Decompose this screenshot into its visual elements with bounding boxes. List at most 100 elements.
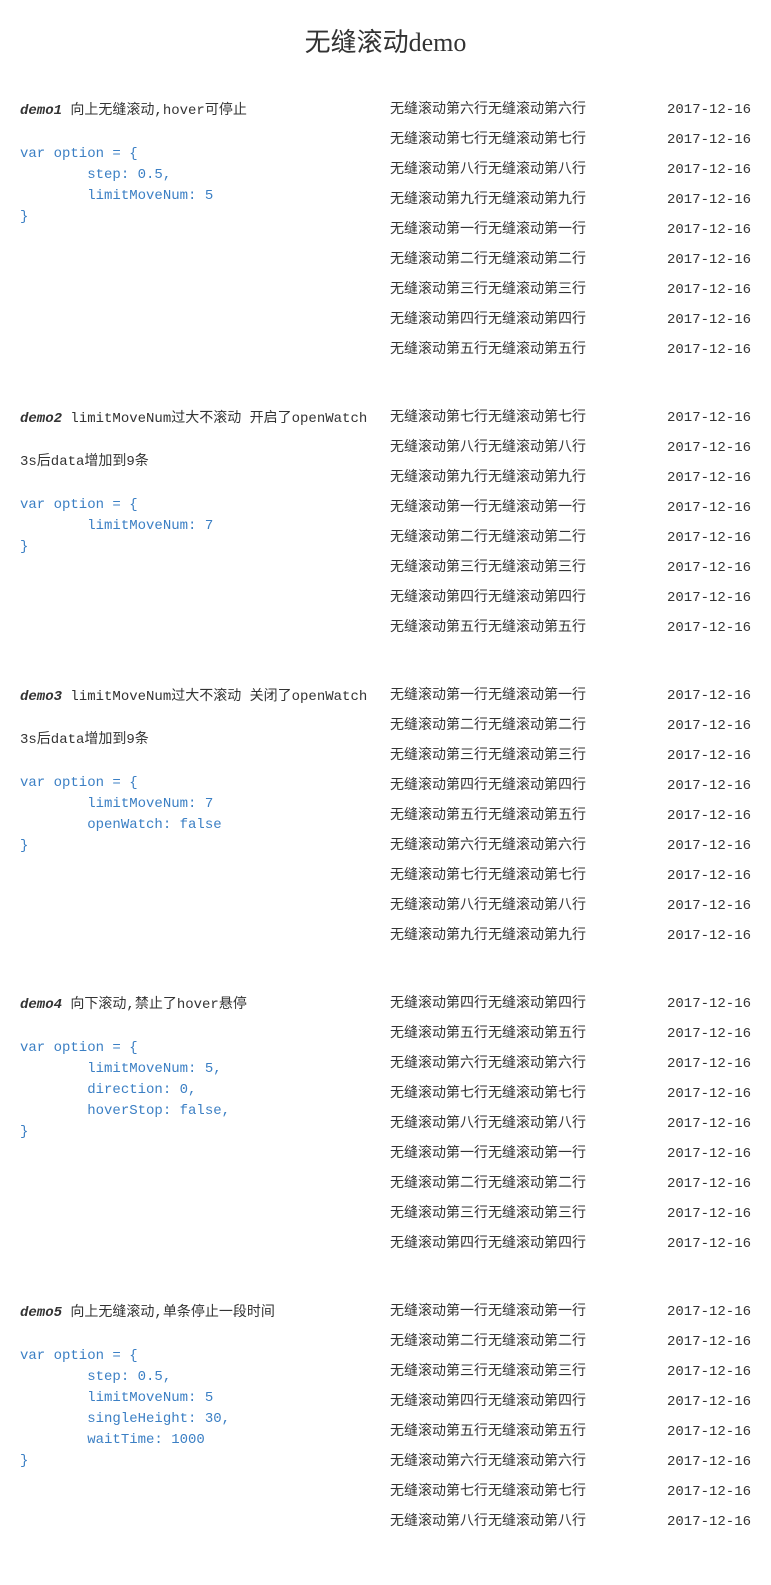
row-text: 无缝滚动第九行无缝滚动第九行	[390, 921, 661, 951]
list-item: 无缝滚动第六行无缝滚动第六行2017-12-16	[390, 1447, 751, 1477]
row-date: 2017-12-16	[661, 891, 751, 921]
row-date: 2017-12-16	[661, 155, 751, 185]
demo-block-demo1: demo1 向上无缝滚动,hover可停止var option = { step…	[20, 95, 751, 365]
row-date: 2017-12-16	[661, 463, 751, 493]
demo-code: var option = { step: 0.5, limitMoveNum: …	[20, 1346, 380, 1472]
list-item: 无缝滚动第六行无缝滚动第六行2017-12-16	[390, 831, 751, 861]
list-item: 无缝滚动第二行无缝滚动第二行2017-12-16	[390, 711, 751, 741]
list-item: 无缝滚动第九行无缝滚动第九行2017-12-16	[390, 185, 751, 215]
row-text: 无缝滚动第三行无缝滚动第三行	[390, 1357, 661, 1387]
list-item: 无缝滚动第五行无缝滚动第五行2017-12-16	[390, 1019, 751, 1049]
scroll-panel[interactable]: 无缝滚动第四行无缝滚动第四行2017-12-16无缝滚动第五行无缝滚动第五行20…	[390, 989, 751, 1259]
row-date: 2017-12-16	[661, 125, 751, 155]
demo-left: demo3 limitMoveNum过大不滚动 关闭了openWatch 3s后d…	[20, 681, 390, 857]
list-item: 无缝滚动第四行无缝滚动第四行2017-12-16	[390, 305, 751, 335]
row-text: 无缝滚动第七行无缝滚动第七行	[390, 861, 661, 891]
row-text: 无缝滚动第四行无缝滚动第四行	[390, 1229, 661, 1259]
row-date: 2017-12-16	[661, 215, 751, 245]
row-text: 无缝滚动第八行无缝滚动第八行	[390, 433, 661, 463]
scroll-panel[interactable]: 无缝滚动第一行无缝滚动第一行2017-12-16无缝滚动第二行无缝滚动第二行20…	[390, 681, 751, 951]
demo-code: var option = { limitMoveNum: 5, directio…	[20, 1038, 380, 1143]
demo-code: var option = { limitMoveNum: 7 }	[20, 495, 380, 558]
page-title: 无缝滚动demo	[20, 22, 751, 59]
scroll-panel[interactable]: 无缝滚动第六行无缝滚动第六行2017-12-16无缝滚动第七行无缝滚动第七行20…	[390, 95, 751, 365]
row-text: 无缝滚动第五行无缝滚动第五行	[390, 1019, 661, 1049]
row-date: 2017-12-16	[661, 275, 751, 305]
demo-title-text: 向上无缝滚动,单条停止一段时间	[62, 1305, 275, 1321]
row-text: 无缝滚动第八行无缝滚动第八行	[390, 891, 661, 921]
row-date: 2017-12-16	[661, 989, 751, 1019]
row-date: 2017-12-16	[661, 1417, 751, 1447]
list-item: 无缝滚动第九行无缝滚动第九行2017-12-16	[390, 921, 751, 951]
list-item: 无缝滚动第二行无缝滚动第二行2017-12-16	[390, 523, 751, 553]
list-item: 无缝滚动第八行无缝滚动第八行2017-12-16	[390, 433, 751, 463]
scroll-panel[interactable]: 无缝滚动第七行无缝滚动第七行2017-12-16无缝滚动第八行无缝滚动第八行20…	[390, 403, 751, 643]
row-text: 无缝滚动第三行无缝滚动第三行	[390, 553, 661, 583]
scroll-panel[interactable]: 无缝滚动第一行无缝滚动第一行2017-12-16无缝滚动第二行无缝滚动第二行20…	[390, 1297, 751, 1537]
row-text: 无缝滚动第四行无缝滚动第四行	[390, 1387, 661, 1417]
row-text: 无缝滚动第二行无缝滚动第二行	[390, 523, 661, 553]
row-date: 2017-12-16	[661, 493, 751, 523]
scroll-list: 无缝滚动第一行无缝滚动第一行2017-12-16无缝滚动第二行无缝滚动第二行20…	[390, 681, 751, 951]
row-date: 2017-12-16	[661, 921, 751, 951]
list-item: 无缝滚动第三行无缝滚动第三行2017-12-16	[390, 1199, 751, 1229]
list-item: 无缝滚动第二行无缝滚动第二行2017-12-16	[390, 245, 751, 275]
row-date: 2017-12-16	[661, 185, 751, 215]
row-date: 2017-12-16	[661, 861, 751, 891]
demo-left: demo1 向上无缝滚动,hover可停止var option = { step…	[20, 95, 390, 228]
list-item: 无缝滚动第八行无缝滚动第八行2017-12-16	[390, 1507, 751, 1537]
demo-code: var option = { limitMoveNum: 7 openWatch…	[20, 773, 380, 857]
demo-title: demo2 limitMoveNum过大不滚动 开启了openWatch	[20, 409, 380, 430]
demo-block-demo5: demo5 向上无缝滚动,单条停止一段时间var option = { step…	[20, 1297, 751, 1537]
list-item: 无缝滚动第五行无缝滚动第五行2017-12-16	[390, 801, 751, 831]
row-date: 2017-12-16	[661, 1049, 751, 1079]
list-item: 无缝滚动第二行无缝滚动第二行2017-12-16	[390, 1169, 751, 1199]
row-date: 2017-12-16	[661, 1387, 751, 1417]
row-date: 2017-12-16	[661, 1297, 751, 1327]
row-text: 无缝滚动第五行无缝滚动第五行	[390, 335, 661, 365]
list-item: 无缝滚动第一行无缝滚动第一行2017-12-16	[390, 1297, 751, 1327]
list-item: 无缝滚动第二行无缝滚动第二行2017-12-16	[390, 1327, 751, 1357]
row-date: 2017-12-16	[661, 613, 751, 643]
row-text: 无缝滚动第九行无缝滚动第九行	[390, 185, 661, 215]
list-item: 无缝滚动第三行无缝滚动第三行2017-12-16	[390, 1357, 751, 1387]
row-text: 无缝滚动第一行无缝滚动第一行	[390, 1297, 661, 1327]
row-text: 无缝滚动第八行无缝滚动第八行	[390, 155, 661, 185]
scroll-list: 无缝滚动第六行无缝滚动第六行2017-12-16无缝滚动第七行无缝滚动第七行20…	[390, 95, 751, 365]
demo-left: demo2 limitMoveNum过大不滚动 开启了openWatch3s后d…	[20, 403, 390, 558]
list-item: 无缝滚动第七行无缝滚动第七行2017-12-16	[390, 861, 751, 891]
row-date: 2017-12-16	[661, 1477, 751, 1507]
row-text: 无缝滚动第四行无缝滚动第四行	[390, 583, 661, 613]
list-item: 无缝滚动第八行无缝滚动第八行2017-12-16	[390, 1109, 751, 1139]
row-date: 2017-12-16	[661, 553, 751, 583]
demo-note: 3s后data增加到9条	[20, 730, 380, 751]
list-item: 无缝滚动第三行无缝滚动第三行2017-12-16	[390, 275, 751, 305]
demo-label: demo2	[20, 411, 62, 427]
list-item: 无缝滚动第一行无缝滚动第一行2017-12-16	[390, 681, 751, 711]
row-text: 无缝滚动第三行无缝滚动第三行	[390, 1199, 661, 1229]
list-item: 无缝滚动第九行无缝滚动第九行2017-12-16	[390, 463, 751, 493]
demo-label: demo3	[20, 689, 62, 705]
row-date: 2017-12-16	[661, 523, 751, 553]
demo-label: demo4	[20, 997, 62, 1013]
row-date: 2017-12-16	[661, 95, 751, 125]
row-date: 2017-12-16	[661, 1357, 751, 1387]
row-date: 2017-12-16	[661, 771, 751, 801]
row-text: 无缝滚动第四行无缝滚动第四行	[390, 771, 661, 801]
demo-title-text: 向下滚动,禁止了hover悬停	[62, 997, 247, 1013]
row-text: 无缝滚动第三行无缝滚动第三行	[390, 741, 661, 771]
demo-title: demo3 limitMoveNum过大不滚动 关闭了openWatch	[20, 687, 380, 708]
row-date: 2017-12-16	[661, 1327, 751, 1357]
row-date: 2017-12-16	[661, 1079, 751, 1109]
row-date: 2017-12-16	[661, 583, 751, 613]
row-text: 无缝滚动第五行无缝滚动第五行	[390, 1417, 661, 1447]
list-item: 无缝滚动第六行无缝滚动第六行2017-12-16	[390, 95, 751, 125]
row-date: 2017-12-16	[661, 1139, 751, 1169]
row-text: 无缝滚动第六行无缝滚动第六行	[390, 1447, 661, 1477]
row-text: 无缝滚动第三行无缝滚动第三行	[390, 275, 661, 305]
list-item: 无缝滚动第一行无缝滚动第一行2017-12-16	[390, 493, 751, 523]
row-text: 无缝滚动第五行无缝滚动第五行	[390, 801, 661, 831]
scroll-list: 无缝滚动第一行无缝滚动第一行2017-12-16无缝滚动第二行无缝滚动第二行20…	[390, 1297, 751, 1537]
row-text: 无缝滚动第二行无缝滚动第二行	[390, 1327, 661, 1357]
row-text: 无缝滚动第一行无缝滚动第一行	[390, 493, 661, 523]
